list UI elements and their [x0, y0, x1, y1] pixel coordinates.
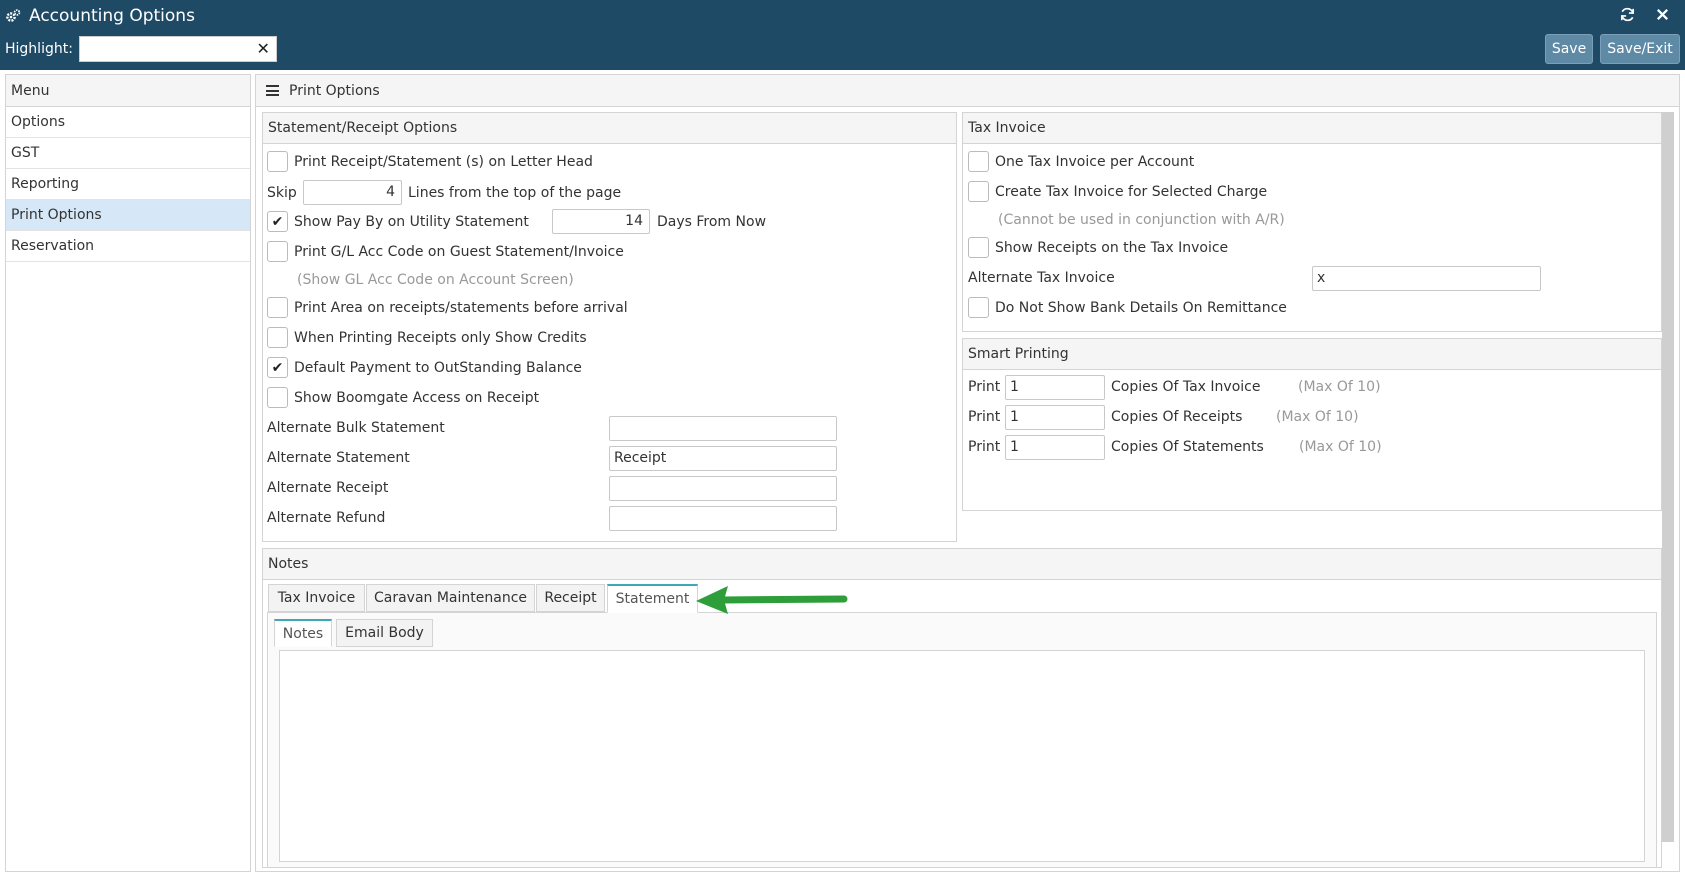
vertical-scrollbar[interactable]	[1662, 112, 1674, 842]
alt-receipt-label: Alternate Receipt	[267, 480, 389, 496]
menu-item-reservation[interactable]: Reservation	[6, 231, 250, 262]
notes-textarea[interactable]	[279, 650, 1645, 862]
highlight-label: Highlight:	[5, 41, 73, 57]
skip-lines-input[interactable]: 4	[303, 180, 402, 205]
alt-tax-invoice-label: Alternate Tax Invoice	[968, 270, 1115, 286]
window-header: Accounting Options Highlight: ✕ Save Sav…	[0, 0, 1685, 70]
tab-statement[interactable]: Statement	[607, 584, 698, 613]
alt-refund-input[interactable]	[609, 506, 837, 531]
close-icon[interactable]	[1654, 6, 1671, 23]
only-credits-checkbox[interactable]	[267, 327, 288, 348]
refresh-icon[interactable]	[1619, 6, 1636, 23]
alt-statement-label: Alternate Statement	[267, 450, 410, 466]
copies-statements-label: Copies Of Statements	[1111, 439, 1264, 455]
main-header: Print Options	[256, 75, 1679, 107]
left-menu: Menu Options GST Reporting Print Options…	[5, 74, 251, 872]
show-pay-by-label: Show Pay By on Utility Statement	[294, 214, 529, 230]
boomgate-label: Show Boomgate Access on Receipt	[294, 390, 540, 406]
highlight-input[interactable]: ✕	[78, 36, 277, 62]
tax-invoice-title: Tax Invoice	[963, 113, 1661, 144]
window-title: Accounting Options	[29, 6, 195, 26]
copies-receipts-input[interactable]: 1	[1005, 405, 1105, 430]
statement-receipt-title: Statement/Receipt Options	[263, 113, 956, 144]
hamburger-icon[interactable]	[266, 85, 279, 96]
highlight-row: Highlight: ✕	[5, 36, 277, 62]
subtab-email-body[interactable]: Email Body	[336, 619, 433, 647]
print-area-checkbox[interactable]	[267, 297, 288, 318]
skip-suffix-label: Lines from the top of the page	[408, 185, 622, 201]
alt-bulk-input[interactable]	[609, 416, 837, 441]
alt-statement-input[interactable]: Receipt	[609, 446, 837, 471]
checkmark-icon: ✔	[271, 213, 284, 230]
tab-tax-invoice[interactable]: Tax Invoice	[268, 584, 365, 612]
copies-receipts-label: Copies Of Receipts	[1111, 409, 1243, 425]
page-title: Print Options	[289, 82, 380, 99]
print-label: Print	[968, 409, 1001, 425]
show-pay-by-checkbox[interactable]: ✔	[267, 211, 288, 232]
gl-note: (Show GL Acc Code on Account Screen)	[297, 272, 574, 288]
notes-title: Notes	[263, 549, 1661, 580]
menu-item-reporting[interactable]: Reporting	[6, 169, 250, 200]
save-exit-button[interactable]: Save/Exit	[1600, 34, 1680, 64]
print-gl-label: Print G/L Acc Code on Guest Statement/In…	[294, 244, 624, 260]
title-row: Accounting Options	[5, 5, 195, 27]
alt-refund-label: Alternate Refund	[267, 510, 386, 526]
default-payment-label: Default Payment to OutStanding Balance	[294, 360, 582, 376]
menu-header: Menu	[6, 75, 250, 107]
one-per-account-label: One Tax Invoice per Account	[995, 154, 1195, 170]
show-receipts-checkbox[interactable]	[968, 237, 989, 258]
menu-item-print-options[interactable]: Print Options	[6, 200, 250, 231]
header-icons	[1619, 6, 1671, 23]
print-label: Print	[968, 379, 1001, 395]
copies-statements-input[interactable]: 1	[1005, 435, 1105, 460]
print-area-label: Print Area on receipts/statements before…	[294, 300, 628, 316]
alt-tax-invoice-input[interactable]: x	[1312, 266, 1541, 291]
print-gl-checkbox[interactable]	[267, 241, 288, 262]
only-credits-label: When Printing Receipts only Show Credits	[294, 330, 587, 346]
clear-icon[interactable]: ✕	[257, 40, 270, 58]
copies-tax-invoice-label: Copies Of Tax Invoice	[1111, 379, 1261, 395]
no-bank-label: Do Not Show Bank Details On Remittance	[995, 300, 1287, 316]
create-selected-label: Create Tax Invoice for Selected Charge	[995, 184, 1268, 200]
menu-item-gst[interactable]: GST	[6, 138, 250, 169]
print-letterhead-label: Print Receipt/Statement (s) on Letter He…	[294, 154, 593, 170]
days-suffix-label: Days From Now	[657, 214, 767, 230]
smart-printing-title: Smart Printing	[963, 339, 1661, 370]
ar-note: (Cannot be used in conjunction with A/R)	[998, 212, 1285, 228]
gears-icon	[6, 9, 21, 22]
days-input[interactable]: 14	[552, 209, 650, 234]
save-button[interactable]: Save	[1545, 34, 1593, 64]
boomgate-checkbox[interactable]	[267, 387, 288, 408]
tab-caravan-maintenance[interactable]: Caravan Maintenance	[366, 584, 535, 612]
show-receipts-label: Show Receipts on the Tax Invoice	[995, 240, 1229, 256]
default-payment-checkbox[interactable]: ✔	[267, 357, 288, 378]
max-receipts-label: (Max Of 10)	[1276, 409, 1359, 425]
skip-label: Skip	[267, 185, 297, 201]
alt-bulk-label: Alternate Bulk Statement	[267, 420, 445, 436]
one-per-account-checkbox[interactable]	[968, 151, 989, 172]
alt-receipt-input[interactable]	[609, 476, 837, 501]
copies-tax-invoice-input[interactable]: 1	[1005, 375, 1105, 400]
max-statements-label: (Max Of 10)	[1299, 439, 1382, 455]
tab-receipt[interactable]: Receipt	[536, 584, 605, 612]
print-letterhead-checkbox[interactable]	[267, 151, 288, 172]
max-tax-invoice-label: (Max Of 10)	[1298, 379, 1381, 395]
subtab-notes[interactable]: Notes	[274, 619, 332, 647]
create-selected-checkbox[interactable]	[968, 181, 989, 202]
no-bank-checkbox[interactable]	[968, 297, 989, 318]
menu-item-options[interactable]: Options	[6, 107, 250, 138]
checkmark-icon: ✔	[271, 359, 284, 376]
annotation-arrow-icon	[696, 586, 848, 614]
print-label: Print	[968, 439, 1001, 455]
